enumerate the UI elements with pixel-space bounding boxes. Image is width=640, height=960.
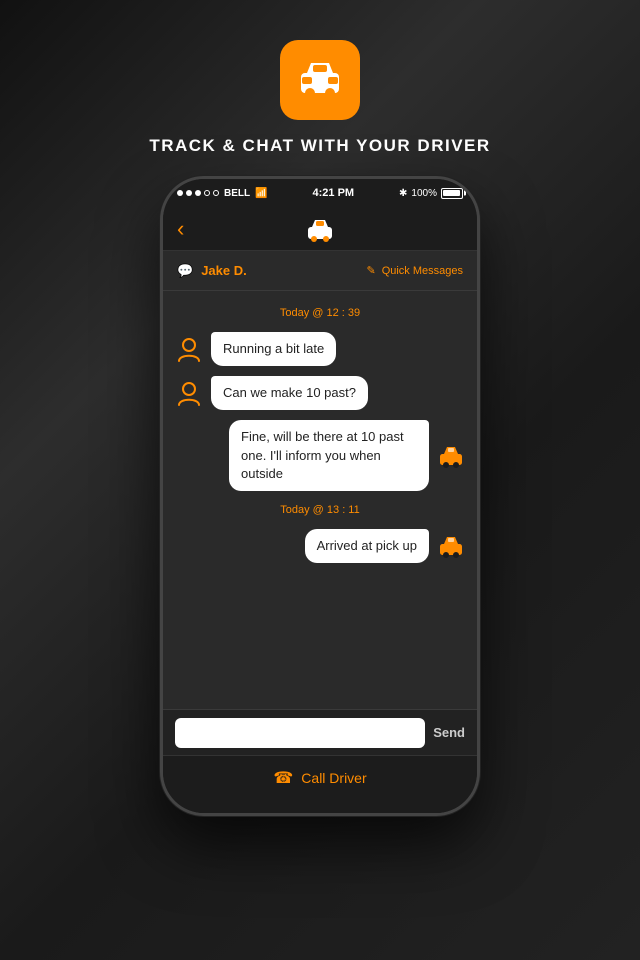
driver-avatar-2 [437, 532, 465, 560]
signal-dot-3 [195, 190, 201, 196]
nav-bar: ‹ [163, 207, 477, 251]
message-bubble-2: Can we make 10 past? [211, 376, 368, 410]
time-display: 4:21 PM [313, 187, 355, 199]
input-bar: Send [163, 709, 477, 755]
nav-logo [304, 213, 336, 245]
driver-avatar-1 [437, 442, 465, 470]
user-icon-2 [175, 379, 203, 407]
driver-icon-1 [437, 442, 465, 470]
message-row-1: Running a bit late [163, 329, 477, 369]
quick-messages-btn[interactable]: ✎ Quick Messages [366, 264, 463, 277]
nav-taxi-icon [304, 213, 336, 245]
pencil-icon: ✎ [366, 264, 375, 277]
status-bar: BELL 📶 4:21 PM ✱ 100% [163, 179, 477, 207]
signal-dot-5 [213, 190, 219, 196]
user-avatar-1 [175, 335, 203, 363]
phone-icon: ☎ [273, 768, 293, 788]
timestamp-2: Today @ 13 : 11 [163, 504, 477, 516]
signal-dot-1 [177, 190, 183, 196]
call-driver-bar[interactable]: ☎ Call Driver [163, 755, 477, 799]
message-bubble-3: Fine, will be there at 10 past one. I'll… [229, 420, 429, 491]
phone-bottom [163, 799, 477, 813]
signal-dot-4 [204, 190, 210, 196]
chat-body: Today @ 12 : 39 Running a bit late [163, 291, 477, 709]
driver-name: Jake D. [201, 263, 247, 278]
signal-dot-2 [186, 190, 192, 196]
quick-messages-label: Quick Messages [382, 265, 463, 277]
call-driver-label: Call Driver [301, 770, 366, 786]
chat-header: 💬 Jake D. ✎ Quick Messages [163, 251, 477, 291]
send-button[interactable]: Send [433, 725, 465, 740]
chat-header-left: 💬 Jake D. [177, 263, 247, 279]
top-section: TRACK & CHAT WITH YOUR DRIVER [0, 0, 640, 156]
app-icon [280, 40, 360, 120]
tagline: TRACK & CHAT WITH YOUR DRIVER [149, 136, 490, 156]
message-row-3: Fine, will be there at 10 past one. I'll… [163, 417, 477, 494]
timestamp-1: Today @ 12 : 39 [163, 307, 477, 319]
driver-icon-2 [437, 532, 465, 560]
message-bubble-4: Arrived at pick up [305, 529, 429, 563]
user-avatar-2 [175, 379, 203, 407]
message-bubble-1: Running a bit late [211, 332, 336, 366]
phone-wrapper: BELL 📶 4:21 PM ✱ 100% ‹ [0, 176, 640, 816]
message-row-2: Can we make 10 past? [163, 373, 477, 413]
phone-frame: BELL 📶 4:21 PM ✱ 100% ‹ [160, 176, 480, 816]
back-button[interactable]: ‹ [177, 218, 184, 240]
user-icon-1 [175, 335, 203, 363]
chat-input[interactable] [175, 718, 425, 748]
message-row-4: Arrived at pick up [163, 526, 477, 566]
battery-percent: 100% [411, 188, 437, 199]
chat-icon: 💬 [177, 263, 193, 279]
battery-fill [443, 190, 460, 196]
taxi-icon [293, 53, 347, 107]
status-right: ✱ 100% [399, 188, 463, 199]
battery-icon [441, 188, 463, 199]
bluetooth-icon: ✱ [399, 188, 407, 199]
wifi-icon: 📶 [255, 188, 267, 199]
carrier-label: BELL [224, 188, 250, 199]
status-left: BELL 📶 [177, 188, 268, 199]
